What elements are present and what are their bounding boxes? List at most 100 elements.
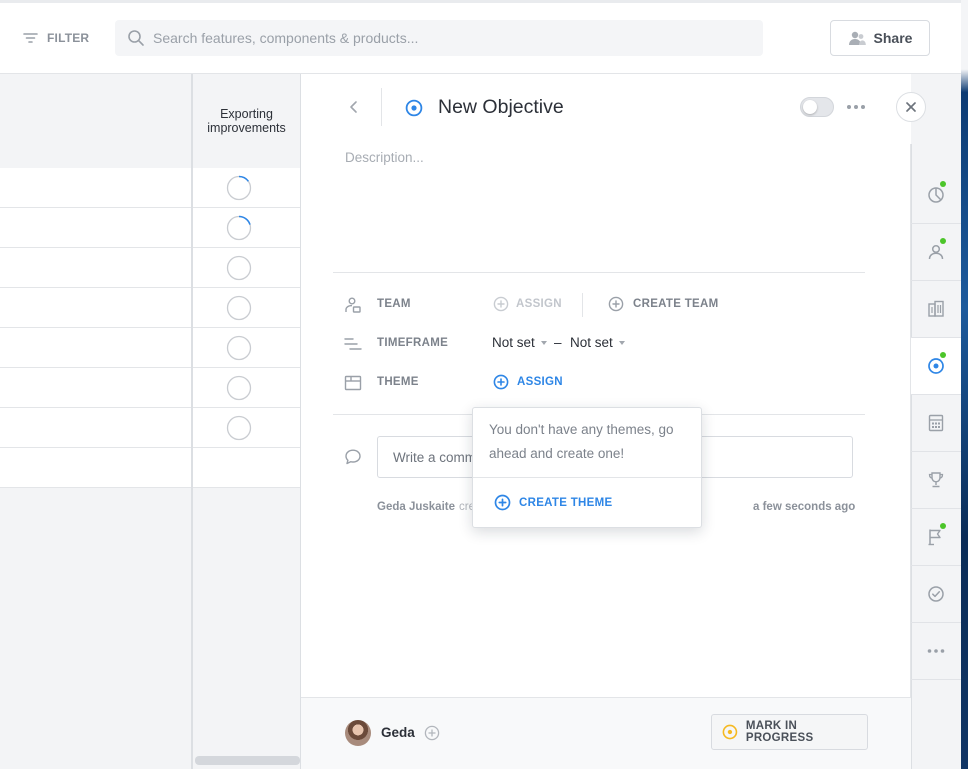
- team-assign-label: ASSIGN: [516, 298, 562, 310]
- progress-circle-icon[interactable]: [226, 375, 252, 401]
- share-button[interactable]: Share: [830, 20, 930, 56]
- timeframe-label: TIMEFRAME: [377, 337, 449, 349]
- column-divider: [191, 408, 193, 448]
- caret-down-icon: [618, 340, 625, 345]
- add-circle-icon: [494, 494, 511, 511]
- column-divider: [191, 288, 193, 328]
- mark-in-progress-label: MARK IN PROGRESS: [745, 720, 814, 744]
- flag-icon: [928, 529, 941, 546]
- calculator-icon: [928, 414, 944, 432]
- user-icon: [928, 244, 944, 260]
- chart-pie-icon: [928, 187, 944, 203]
- search-input[interactable]: [153, 30, 733, 46]
- theme-assign-button[interactable]: ASSIGN: [493, 374, 563, 390]
- trophy-icon: [928, 472, 944, 488]
- timeframe-start-select[interactable]: Not set: [492, 335, 547, 350]
- header-divider: [381, 88, 382, 126]
- add-circle-icon: [608, 296, 624, 312]
- column-divider: [191, 168, 193, 208]
- sidebar-item-user[interactable]: [911, 224, 961, 281]
- table-row[interactable]: [0, 328, 300, 368]
- column-divider: [191, 248, 193, 288]
- status-badge: [940, 181, 946, 187]
- column-divider: [191, 368, 193, 408]
- team-divider: [582, 293, 583, 317]
- table-row[interactable]: [0, 448, 300, 488]
- caret-down-icon: [540, 340, 547, 345]
- status-badge: [940, 523, 946, 529]
- column-divider: [191, 208, 193, 248]
- in-progress-icon: [722, 724, 738, 740]
- status-badge: [940, 352, 946, 358]
- table-row[interactable]: [0, 408, 300, 448]
- description-input[interactable]: [345, 150, 855, 165]
- popover-message: You don't have any themes, go ahead and …: [489, 422, 674, 461]
- filter-icon: [23, 33, 38, 43]
- create-team-button[interactable]: CREATE TEAM: [608, 296, 719, 312]
- table-row[interactable]: [0, 168, 300, 208]
- progress-circle-icon[interactable]: [226, 255, 252, 281]
- theme-popover: You don't have any themes, go ahead and …: [472, 407, 702, 528]
- panel-scroll-edge: [897, 144, 911, 697]
- add-owner-icon[interactable]: [424, 725, 440, 741]
- more-options-icon[interactable]: [846, 98, 866, 116]
- filter-button[interactable]: FILTER: [22, 26, 89, 50]
- timeframe-icon: [344, 338, 362, 350]
- theme-folder-icon: [344, 375, 362, 391]
- table-row[interactable]: [0, 248, 300, 288]
- progress-circle-icon[interactable]: [226, 215, 252, 241]
- create-theme-label: CREATE THEME: [519, 496, 613, 509]
- table-row[interactable]: [0, 368, 300, 408]
- desktop-background: [961, 0, 968, 769]
- comment-icon: [345, 449, 361, 465]
- team-icon: [345, 297, 361, 313]
- building-icon: [928, 300, 944, 317]
- team-assign-button[interactable]: ASSIGN: [493, 296, 562, 312]
- theme-assign-label: ASSIGN: [517, 376, 563, 388]
- activity-user[interactable]: Geda Juskaite: [377, 501, 455, 513]
- back-chevron-icon[interactable]: [344, 96, 364, 118]
- table-row[interactable]: [0, 208, 300, 248]
- activity-time: a few seconds ago: [753, 501, 856, 513]
- popover-divider: [473, 477, 701, 478]
- status-badge: [940, 238, 946, 244]
- objective-target-icon: [928, 358, 944, 374]
- timeframe-start-value: Not set: [492, 335, 535, 350]
- timeframe-separator: –: [554, 335, 562, 350]
- more-icon: [927, 649, 945, 653]
- sidebar-item-chart-pie[interactable]: [911, 167, 961, 224]
- add-circle-icon: [493, 296, 509, 312]
- check-circle-icon: [928, 586, 944, 602]
- sidebar-item-building[interactable]: [911, 281, 961, 338]
- sidebar-item-more[interactable]: [911, 623, 961, 680]
- horizontal-scrollbar[interactable]: [195, 756, 300, 765]
- table-row[interactable]: [0, 288, 300, 328]
- column-divider: [191, 448, 193, 488]
- progress-circle-icon[interactable]: [226, 175, 252, 201]
- timeframe-end-select[interactable]: Not set: [570, 335, 625, 350]
- sidebar-item-trophy[interactable]: [911, 452, 961, 509]
- timeframe-end-value: Not set: [570, 335, 613, 350]
- sidebar-item-check-circle[interactable]: [911, 566, 961, 623]
- objective-toggle[interactable]: [800, 97, 834, 117]
- share-users-icon: [848, 31, 866, 45]
- create-theme-button[interactable]: CREATE THEME: [494, 494, 612, 511]
- search-bar[interactable]: [115, 20, 763, 56]
- progress-circle-icon[interactable]: [226, 335, 252, 361]
- sidebar-item-objective-target[interactable]: [911, 338, 961, 395]
- add-circle-icon: [493, 374, 509, 390]
- progress-circle-icon[interactable]: [226, 415, 252, 441]
- objective-title[interactable]: New Objective: [438, 94, 564, 120]
- close-button[interactable]: [896, 92, 926, 122]
- avatar[interactable]: [345, 720, 371, 746]
- section-divider: [333, 272, 865, 273]
- mark-in-progress-button[interactable]: MARK IN PROGRESS: [711, 714, 868, 750]
- filter-label: FILTER: [47, 31, 90, 45]
- sidebar-item-calculator[interactable]: [911, 395, 961, 452]
- sidebar-item-flag[interactable]: [911, 509, 961, 566]
- team-label: TEAM: [377, 298, 411, 310]
- column-header[interactable]: Exporting improvements: [193, 74, 300, 168]
- close-icon: [906, 102, 916, 112]
- progress-circle-icon[interactable]: [226, 295, 252, 321]
- owner-name[interactable]: Geda: [381, 725, 415, 740]
